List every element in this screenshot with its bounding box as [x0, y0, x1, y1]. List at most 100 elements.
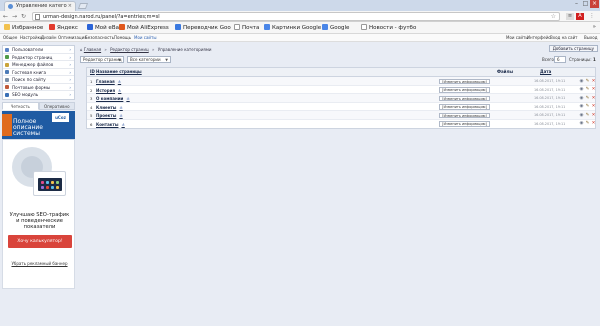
remove-banner-link[interactable]: Убрать рекламный баннер	[3, 261, 76, 266]
sidebar-item-seo[interactable]: SEO модуль ›	[3, 91, 74, 99]
delete-icon[interactable]: ✕	[591, 79, 596, 84]
page-link[interactable]: Клиенты ±	[96, 105, 123, 110]
extension-icon[interactable]: ≡	[566, 13, 574, 20]
col-id[interactable]: ID	[90, 69, 95, 74]
top-right-item[interactable]: Вход на сайт	[550, 35, 578, 40]
bookmark-item[interactable]: Почта	[234, 24, 259, 32]
col-date[interactable]: Дата	[540, 69, 551, 74]
edit-title-icon[interactable]: ±	[121, 122, 124, 127]
bookmark-item[interactable]: Переводчик Goo	[175, 24, 231, 32]
breadcrumb-link[interactable]: Редактор страниц	[110, 47, 149, 52]
category-select[interactable]: Все категории ▼	[127, 56, 171, 63]
edit-info-button[interactable]: [Изменить информацию]	[439, 78, 490, 84]
minimize-icon[interactable]: –	[572, 0, 581, 8]
edit-info-button[interactable]: [Изменить информацию]	[439, 104, 490, 110]
view-icon[interactable]: ◉	[579, 79, 584, 84]
maximize-icon[interactable]: □	[581, 0, 590, 8]
bookmark-item[interactable]: Мой AliExpress	[119, 24, 169, 32]
edit-title-icon[interactable]: ±	[126, 96, 129, 101]
delete-icon[interactable]: ✕	[591, 104, 596, 109]
page-link[interactable]: О компании ±	[96, 96, 130, 101]
view-icon[interactable]: ◉	[579, 121, 584, 126]
pages-label: Страницы:	[569, 57, 592, 62]
edit-info-button[interactable]: [Изменить информацию]	[439, 87, 490, 93]
url-field[interactable]: urman-design.narod.ru/panel/?a=entries;m…	[32, 12, 560, 21]
view-icon[interactable]: ◉	[579, 87, 584, 92]
current-page[interactable]: 1	[593, 57, 596, 62]
sidebar-item-guestbook[interactable]: Гостевая книга ›	[3, 69, 74, 76]
top-menu-item[interactable]: Оптимизация	[58, 35, 87, 40]
sidebar-item-mail-forms[interactable]: Почтовые формы ›	[3, 84, 74, 91]
top-right-item[interactable]: Интерфейс	[527, 35, 551, 40]
per-page-select[interactable]: 6	[554, 56, 566, 63]
page-link[interactable]: Контакты ±	[96, 122, 125, 127]
bookmarks-more-icon[interactable]: »	[593, 24, 596, 30]
delete-icon[interactable]: ✕	[591, 87, 596, 92]
browser-tab[interactable]: Управление катего ×	[4, 1, 76, 11]
bookmark-item[interactable]: Картинки Google	[264, 24, 321, 32]
chrome-menu-icon[interactable]: ⋮	[588, 13, 596, 20]
back-icon[interactable]: ←	[2, 13, 9, 20]
page-link[interactable]: Проекты ±	[96, 113, 123, 118]
row-id: 5	[90, 113, 93, 118]
ucoz-promo-banner[interactable]: uCoz Полное описание системы	[2, 110, 75, 139]
view-icon[interactable]: ◉	[579, 96, 584, 101]
sidebar-item-file-manager[interactable]: Менеджер файлов ›	[3, 61, 74, 69]
edit-info-button[interactable]: [Изменить информацию]	[439, 112, 490, 118]
delete-icon[interactable]: ✕	[591, 121, 596, 126]
sidebar-tab[interactable]: Четкость	[2, 101, 39, 110]
bookmark-item[interactable]: Мой eBay	[87, 24, 122, 32]
row-date: 16.08.2017, 19:11	[534, 87, 566, 92]
page-link[interactable]: История ±	[96, 88, 121, 93]
top-menu-item[interactable]: Безопасность	[85, 35, 114, 40]
edit-icon[interactable]: ✎	[585, 113, 590, 118]
top-menu-item[interactable]: Дизайн	[41, 35, 57, 40]
ebay-icon	[87, 24, 93, 30]
delete-icon[interactable]: ✕	[591, 113, 596, 118]
chevron-right-icon: ›	[69, 62, 71, 67]
bookmark-item[interactable]: Новости - футбо	[361, 24, 416, 32]
users-icon	[5, 47, 9, 52]
adobe-extension-icon[interactable]: A	[576, 13, 584, 20]
view-icon[interactable]: ◉	[579, 104, 584, 109]
new-tab-button[interactable]	[77, 3, 89, 9]
edit-icon[interactable]: ✎	[585, 96, 590, 101]
add-page-button[interactable]: Добавить страницу	[548, 45, 598, 52]
bookmark-item[interactable]: Google	[322, 24, 349, 32]
edit-icon[interactable]: ✎	[585, 79, 590, 84]
top-menu-item[interactable]: Общее	[3, 35, 17, 40]
bookmark-star-icon[interactable]: ☆	[551, 13, 556, 20]
forward-icon[interactable]: →	[11, 13, 18, 20]
edit-icon[interactable]: ✎	[585, 104, 590, 109]
edit-info-button[interactable]: [Изменить информацию]	[439, 95, 490, 101]
section-select[interactable]: Редактор страниц ▼	[80, 56, 124, 63]
edit-title-icon[interactable]: ±	[118, 88, 121, 93]
sidebar-item-page-editor[interactable]: Редактор страниц ›	[3, 54, 74, 61]
page-link[interactable]: Главная ±	[96, 79, 121, 84]
window-close-icon[interactable]: ×	[590, 0, 599, 8]
edit-icon[interactable]: ✎	[585, 121, 590, 126]
sidebar-item-users[interactable]: Пользователи ›	[3, 46, 74, 54]
edit-title-icon[interactable]: ±	[119, 113, 122, 118]
top-menu-item[interactable]: Помощь	[114, 35, 131, 40]
reload-icon[interactable]: ↻	[20, 13, 27, 20]
sidebar-tab[interactable]: Оперативно	[38, 101, 75, 110]
view-icon[interactable]: ◉	[579, 113, 584, 118]
top-menu-item[interactable]: Мои сайты	[134, 35, 157, 40]
top-menu-item[interactable]: Настройки	[20, 35, 43, 40]
calculator-cta-button[interactable]: Хочу калькулятор!	[8, 234, 72, 248]
bookmark-item[interactable]: Избранное	[4, 24, 43, 32]
edit-info-button[interactable]: [Изменить информацию]	[439, 121, 490, 127]
bookmark-item[interactable]: Яндекс	[49, 24, 78, 32]
edit-title-icon[interactable]: ±	[118, 79, 121, 84]
top-right-item[interactable]: Выход	[584, 35, 597, 40]
top-right-item[interactable]: Мои сайты	[506, 35, 529, 40]
col-title[interactable]: Название страницы	[96, 69, 142, 74]
delete-icon[interactable]: ✕	[591, 96, 596, 101]
sidebar-item-site-search[interactable]: Поиск по сайту ›	[3, 76, 74, 84]
edit-icon[interactable]: ✎	[585, 87, 590, 92]
edit-title-icon[interactable]: ±	[119, 105, 122, 110]
tab-close-icon[interactable]: ×	[68, 3, 72, 9]
page-info-icon[interactable]	[35, 14, 40, 20]
breadcrumb-link[interactable]: Главная	[84, 47, 101, 52]
